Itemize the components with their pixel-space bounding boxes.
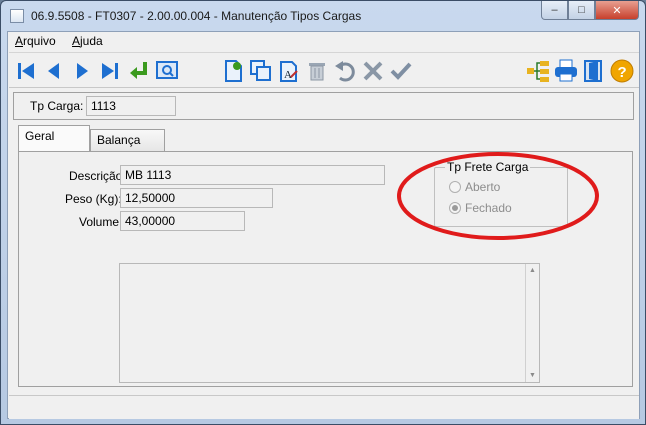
goto-icon[interactable] — [126, 58, 152, 84]
radio-fechado[interactable]: Fechado — [449, 201, 512, 215]
tp-frete-group: Tp Frete Carga Aberto Fechado — [434, 160, 568, 227]
radio-fechado-circle — [449, 202, 461, 214]
minimize-button[interactable]: – — [541, 1, 568, 20]
menu-arquivo[interactable]: Arquivo — [15, 34, 56, 48]
descricao-label: Descrição: — [69, 169, 126, 183]
cancel-icon[interactable] — [360, 58, 386, 84]
search-icon[interactable] — [154, 58, 180, 84]
last-record-icon[interactable] — [97, 58, 123, 84]
svg-text:A: A — [284, 69, 292, 81]
exit-icon[interactable] — [581, 58, 607, 84]
toolbar: A ? — [9, 52, 639, 88]
window-title: 06.9.5508 - FT0307 - 2.00.00.004 - Manut… — [31, 9, 362, 23]
tp-carga-field[interactable]: 1113 — [86, 96, 176, 116]
peso-field[interactable]: 12,50000 — [120, 188, 273, 208]
new-record-icon[interactable] — [220, 58, 246, 84]
save-icon[interactable] — [388, 58, 414, 84]
radio-aberto[interactable]: Aberto — [449, 180, 500, 194]
tree-icon[interactable] — [525, 58, 551, 84]
menu-bar: Arquivo Ajuda — [8, 32, 639, 51]
copy-icon[interactable] — [248, 58, 274, 84]
menu-arquivo-label: rquivo — [23, 34, 56, 48]
tp-frete-title: Tp Frete Carga — [445, 160, 531, 174]
close-icon: ✕ — [612, 4, 622, 17]
menu-ajuda-label: juda — [80, 34, 103, 48]
print-icon[interactable] — [553, 58, 579, 84]
radio-fechado-label: Fechado — [465, 201, 512, 215]
help-icon[interactable]: ? — [609, 58, 635, 84]
client-area: Arquivo Ajuda A ? Tp Carga: 1113 Geral B… — [7, 31, 640, 419]
title-bar[interactable]: 06.9.5508 - FT0307 - 2.00.00.004 - Manut… — [1, 1, 645, 31]
menu-arquivo-accel: A — [15, 34, 24, 48]
tab-balanca[interactable]: Balança — [90, 129, 165, 151]
close-button[interactable]: ✕ — [595, 1, 639, 20]
menu-ajuda[interactable]: Ajuda — [72, 34, 103, 48]
first-record-icon[interactable] — [13, 58, 39, 84]
memo-scrollbar[interactable]: ▲ ▼ — [525, 264, 539, 382]
volume-field[interactable]: 43,00000 — [120, 211, 245, 231]
previous-record-icon[interactable] — [41, 58, 67, 84]
minimize-icon: – — [551, 4, 558, 16]
maximize-button[interactable]: □ — [568, 1, 595, 20]
descricao-field[interactable]: MB 1113 — [120, 165, 385, 185]
header-panel: Tp Carga: 1113 — [13, 92, 634, 120]
menu-ajuda-accel: A — [72, 34, 81, 48]
maximize-icon: □ — [578, 4, 585, 16]
delete-icon[interactable] — [304, 58, 330, 84]
peso-label: Peso (Kg): — [65, 192, 122, 206]
app-icon — [10, 9, 24, 23]
next-record-icon[interactable] — [69, 58, 95, 84]
scroll-up-icon[interactable]: ▲ — [529, 267, 536, 274]
tp-carga-label: Tp Carga: — [30, 99, 84, 113]
volume-label: Volume: — [79, 215, 123, 229]
window-controls: – □ ✕ — [541, 1, 639, 21]
undo-icon[interactable] — [332, 58, 358, 84]
radio-aberto-label: Aberto — [465, 180, 501, 194]
tab-geral[interactable]: Geral — [18, 125, 90, 151]
svg-text:?: ? — [618, 64, 627, 81]
observation-memo[interactable]: ▲ ▼ — [119, 263, 540, 383]
scroll-down-icon[interactable]: ▼ — [529, 372, 536, 379]
status-bar — [9, 395, 639, 419]
tab-panel-geral: Descrição: MB 1113 Peso (Kg): 12,50000 V… — [18, 151, 633, 387]
replace-icon[interactable]: A — [276, 58, 302, 84]
app-window: 06.9.5508 - FT0307 - 2.00.00.004 - Manut… — [0, 0, 646, 425]
radio-aberto-circle — [449, 181, 461, 193]
